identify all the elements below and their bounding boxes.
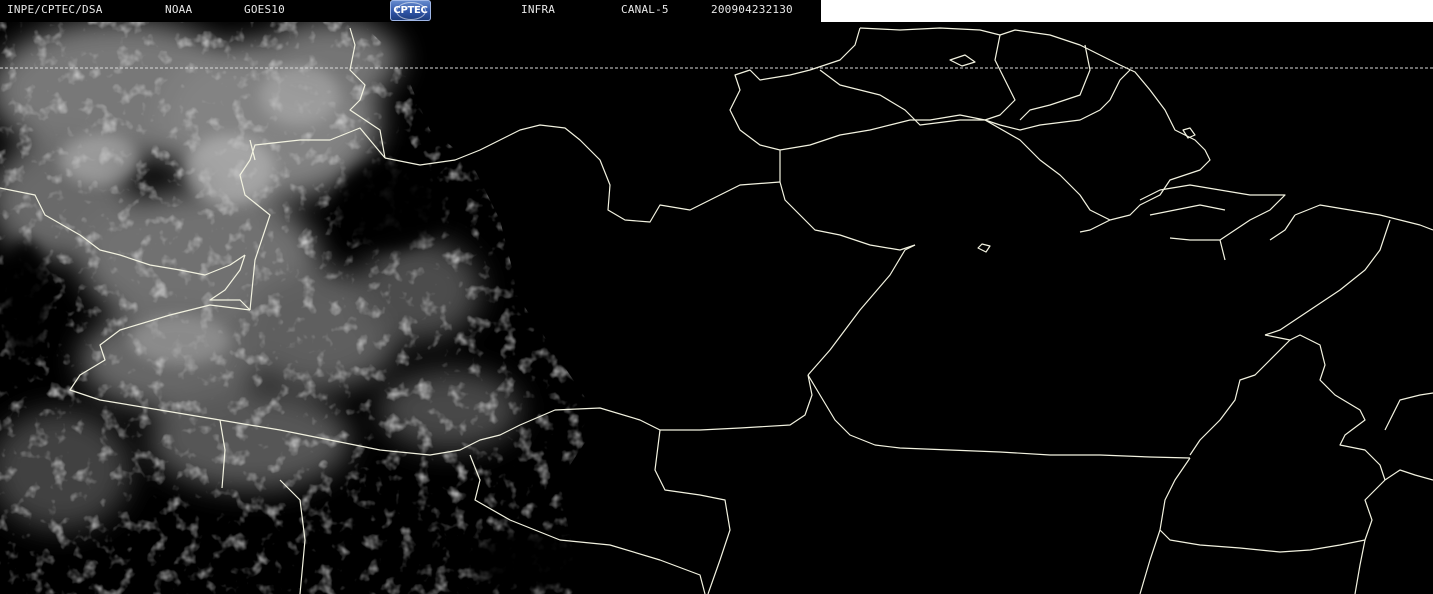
cptec-logo: CPTEC — [390, 0, 431, 21]
agency-label: NOAA — [165, 3, 193, 16]
channel-label: CANAL-5 — [621, 3, 669, 16]
timestamp-label: 200904232130 — [711, 3, 793, 16]
satellite-label: GOES10 — [244, 3, 285, 16]
satellite-image-viewer: INPE/CPTEC/DSA NOAA GOES10 CPTEC INFRA C… — [0, 0, 1433, 594]
satellite-map — [0, 20, 1433, 594]
header-blank-area — [821, 0, 1433, 22]
source-label: INPE/CPTEC/DSA — [7, 3, 103, 16]
logo-text: CPTEC — [393, 5, 428, 16]
header-bar: INPE/CPTEC/DSA NOAA GOES10 CPTEC INFRA C… — [0, 0, 821, 22]
band-label: INFRA — [521, 3, 556, 16]
cloud-layer — [0, 20, 600, 594]
